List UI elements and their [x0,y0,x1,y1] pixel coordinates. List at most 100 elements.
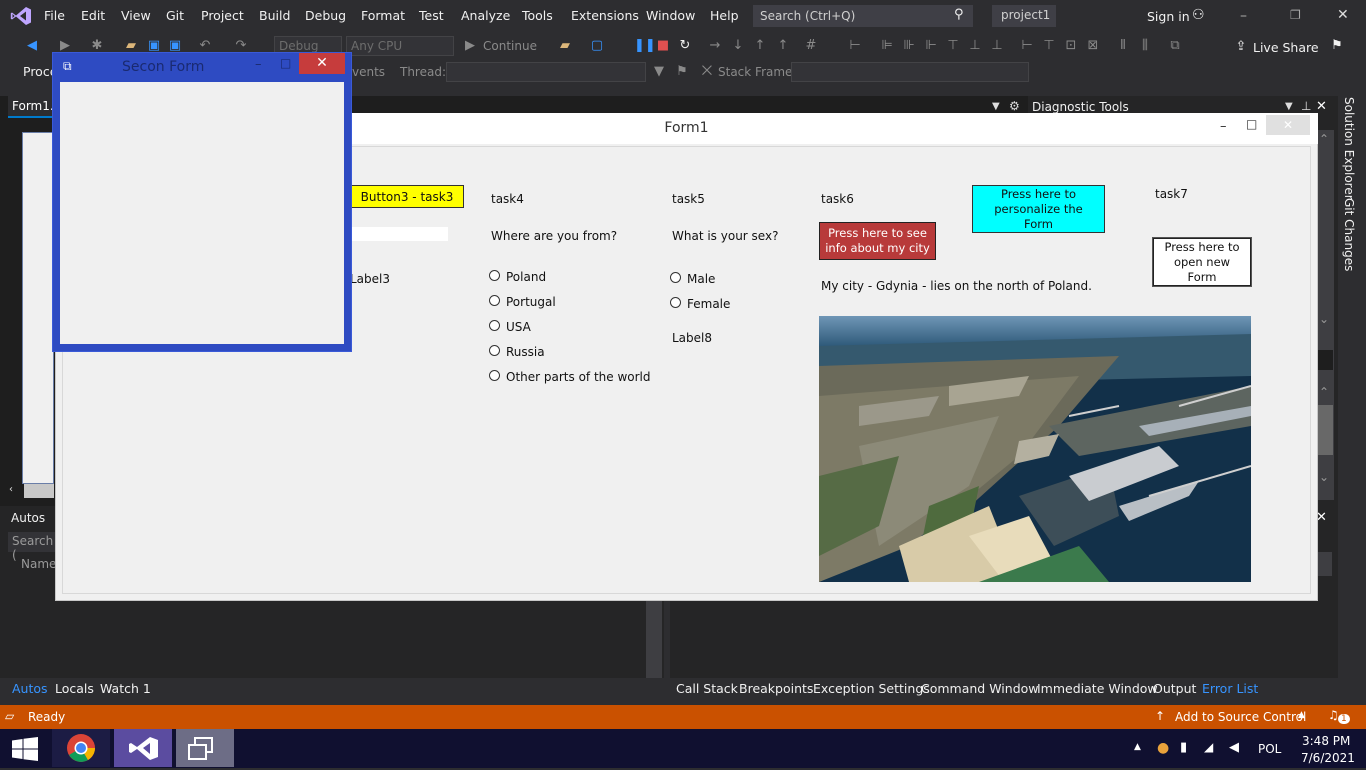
tab-breakpoints[interactable]: Breakpoints [739,681,813,696]
step-into-icon[interactable]: ↓ [731,39,745,53]
menu-window[interactable]: Window [646,8,695,23]
scroll-down-icon[interactable]: ⌄ [1319,312,1329,326]
gear-icon[interactable]: ⚙ [1009,99,1020,113]
filter-icon[interactable]: ▼ [652,65,666,79]
folder-icon[interactable]: ▰ [558,39,572,53]
radio-male-label[interactable]: Male [687,272,715,286]
menu-file[interactable]: File [44,8,65,23]
language-indicator[interactable]: POL [1258,742,1281,756]
solution-explorer-tab[interactable]: Solution Explorer [1342,97,1356,200]
save-all-icon[interactable]: ▣ [168,39,182,53]
form1-close-icon[interactable]: ✕ [1266,115,1310,135]
align-right-icon[interactable]: ⊩ [924,39,938,53]
wifi-icon[interactable]: ◢ [1204,740,1213,754]
menu-git[interactable]: Git [166,8,184,23]
undo-icon[interactable]: ↶ [198,39,212,53]
align-middle-icon[interactable]: ⊥ [968,39,982,53]
radio-russia-label[interactable]: Russia [506,345,545,359]
menu-build[interactable]: Build [259,8,290,23]
taskbar-visual-studio[interactable] [114,729,172,767]
sign-in-link[interactable]: Sign in [1147,9,1190,24]
tab-exception-settings[interactable]: Exception Settings [813,681,930,696]
spacing-icon[interactable]: ⊢ [1020,39,1034,53]
menu-project[interactable]: Project [201,8,244,23]
radio-other[interactable] [489,370,500,381]
weather-icon[interactable]: ● [1157,740,1169,756]
stack-frame-select[interactable] [791,62,1029,82]
taskbar-winforms-app[interactable] [176,729,234,767]
radio-usa[interactable] [489,320,500,331]
back-icon[interactable]: ◀ [25,39,39,53]
open-new-form-button[interactable]: Press here to open new Form [1153,238,1251,286]
menu-analyze[interactable]: Analyze [461,8,510,23]
radio-male[interactable] [670,272,681,283]
form2-close-icon[interactable]: ✕ [299,53,345,74]
flag-icon[interactable]: ⚑ [675,65,689,79]
radio-female-label[interactable]: Female [687,297,730,311]
panel-menu-icon[interactable]: ▼ [1285,101,1293,112]
button3-task3[interactable]: Button3 - task3 [350,185,464,208]
add-to-source-control[interactable]: Add to Source Control [1175,710,1306,724]
close-icon[interactable]: ✕ [1337,7,1349,23]
menu-tools[interactable]: Tools [522,8,553,23]
restore-icon[interactable]: ❐ [1290,8,1301,22]
menu-test[interactable]: Test [419,8,444,23]
resize-icon[interactable]: ⊡ [1064,39,1078,53]
radio-portugal[interactable] [489,295,500,306]
platform-select[interactable]: Any CPU [346,36,454,56]
dropdown-icon[interactable]: ▼ [992,101,1000,112]
align-center-icon[interactable]: ⊪ [902,39,916,53]
autos-name-column[interactable]: Name [21,557,56,571]
menu-format[interactable]: Format [361,8,405,23]
save-icon[interactable]: ▣ [147,39,161,53]
volume-icon[interactable]: ◀ [1229,740,1239,755]
lock-icon[interactable]: ⊠ [1086,39,1100,53]
menu-view[interactable]: View [121,8,151,23]
tab-locals[interactable]: Locals [55,681,94,696]
align-icon[interactable]: ⊢ [848,39,862,53]
battery-icon[interactable]: ▮ [1180,740,1187,755]
forward-icon[interactable]: ▶ [58,39,72,53]
step-over-icon[interactable]: → [708,39,722,53]
autos-search-input[interactable]: Search ( [8,532,58,562]
spacing-2-icon[interactable]: ⊤ [1042,39,1056,53]
scroll-thumb-2[interactable] [1318,405,1333,455]
scroll-up-2-icon[interactable]: ⌃ [1319,385,1329,399]
tab-call-stack[interactable]: Call Stack [676,681,738,696]
designer-surface[interactable] [22,132,54,484]
scroll-left-icon[interactable]: ‹ [9,484,13,495]
feedback-icon[interactable]: ⚑ [1330,39,1344,53]
live-share-button[interactable]: Live Share [1253,40,1319,55]
radio-portugal-label[interactable]: Portugal [506,295,556,309]
form2-minimize-icon[interactable]: – [255,57,262,72]
open-folder-icon[interactable]: ▰ [124,39,138,53]
step-back-icon[interactable]: ↑ [776,39,790,53]
scroll-up-icon[interactable]: ⌃ [1319,132,1329,146]
grid-icon[interactable]: # [804,39,818,53]
personalize-form-button[interactable]: Press here to personalize the Form [972,185,1105,233]
clock-date[interactable]: 7/6/2021 [1301,751,1355,765]
tab-autos[interactable]: Autos [12,681,48,696]
new-project-icon[interactable]: ✱ [90,39,104,53]
form1-maximize-icon[interactable]: □ [1246,117,1257,131]
hspacing-icon[interactable]: ⫼ [1138,39,1152,53]
radio-poland[interactable] [489,270,500,281]
step-out-icon[interactable]: ↑ [753,39,767,53]
radio-female[interactable] [670,297,681,308]
task3-textbox[interactable] [350,227,448,241]
scroll-thumb[interactable] [1318,350,1333,370]
form2-maximize-icon[interactable]: □ [280,56,291,70]
menu-edit[interactable]: Edit [81,8,105,23]
clock-time[interactable]: 3:48 PM [1302,734,1350,748]
error-panel-scroll[interactable] [1318,552,1332,576]
tab-order-icon[interactable]: ⧉ [1168,39,1182,53]
tab-command-window[interactable]: Command Window [921,681,1039,696]
stop-icon[interactable]: ■ [656,39,670,53]
account-icon[interactable]: ⚇ [1192,7,1205,23]
windows-start-icon[interactable] [12,737,38,761]
git-changes-tab[interactable]: Git Changes [1342,198,1356,271]
see-city-button[interactable]: Press here to see info about my city [819,222,936,260]
continue-icon[interactable]: ▶ [463,39,477,53]
live-share-icon[interactable]: ⇪ [1234,40,1248,54]
radio-poland-label[interactable]: Poland [506,270,546,284]
